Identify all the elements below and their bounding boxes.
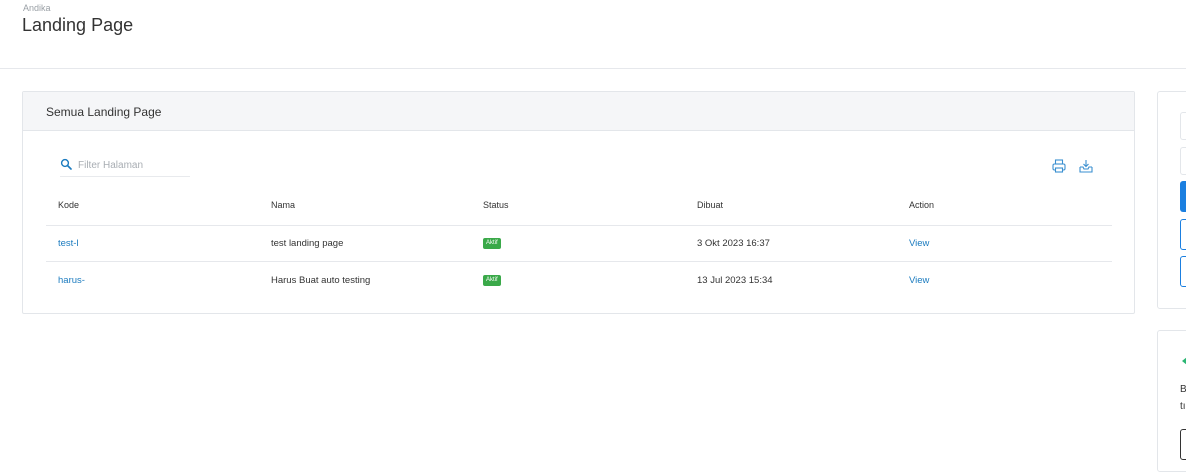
row-code-link[interactable]: harus- [58,275,85,286]
row-created: 3 Okt 2023 16:37 [697,238,770,249]
sidebar-text: B [1180,384,1186,395]
sidebar-card [1157,91,1186,309]
sidebar-outline-button[interactable] [1180,256,1186,287]
page-header: Andika Landing Page [0,0,1186,69]
column-header-dibuat: Dibuat [697,200,724,210]
column-header-action: Action [909,200,935,210]
sidebar-outline-button[interactable] [1180,429,1186,460]
sidebar-input[interactable] [1180,147,1186,175]
search-field [60,156,190,177]
row-created: 13 Jul 2023 15:34 [697,275,773,286]
column-header-status: Status [483,200,509,210]
search-input[interactable] [78,157,190,173]
card-title: Semua Landing Page [46,105,162,119]
status-badge: Aktif [483,275,501,286]
landing-page-card: Semua Landing Page Kode Nama Status Dibu… [22,91,1135,314]
breadcrumb: Andika [23,3,51,13]
table-divider [46,225,1112,226]
card-header: Semua Landing Page [23,92,1134,131]
download-icon[interactable] [1078,158,1094,174]
view-link[interactable]: View [909,275,929,286]
table-divider [46,261,1112,262]
status-badge: Aktif [483,238,501,249]
row-name: test landing page [271,238,344,249]
row-code-link[interactable]: test-l [58,238,79,249]
chevron-left-icon[interactable] [1180,353,1186,371]
view-link[interactable]: View [909,238,929,249]
column-header-kode: Kode [58,200,80,210]
print-icon[interactable] [1051,158,1067,174]
search-icon [60,157,72,170]
sidebar-info-card: B tı [1157,330,1186,472]
column-header-nama: Nama [271,200,296,210]
sidebar-outline-button[interactable] [1180,219,1186,250]
sidebar-text: tı [1180,401,1186,412]
page-title: Landing Page [22,15,134,35]
row-name: Harus Buat auto testing [271,275,371,286]
sidebar-primary-button[interactable] [1180,181,1186,212]
sidebar-input[interactable] [1180,112,1186,140]
